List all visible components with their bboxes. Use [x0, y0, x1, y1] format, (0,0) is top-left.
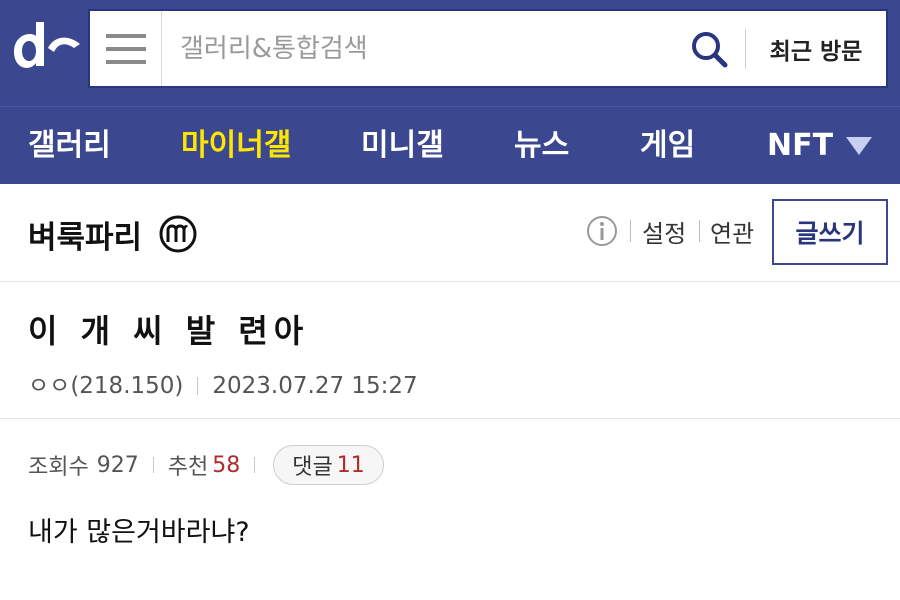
- main-nav: 갤러리 마이너갤 미니갤 뉴스 게임 NFT: [0, 106, 900, 184]
- write-post-button[interactable]: 글쓰기: [772, 199, 888, 265]
- stats-separator: [254, 457, 256, 473]
- gallery-header: 벼룩파리 설정 연관 글쓰기: [0, 184, 900, 282]
- stats-separator: [152, 457, 154, 473]
- post-body: 내가 많은거바라냐?: [28, 517, 250, 548]
- triangle-down-icon[interactable]: [844, 133, 874, 159]
- nav-item-game[interactable]: 게임: [640, 107, 695, 185]
- recent-visits-button[interactable]: 최근 방문: [746, 11, 886, 86]
- menu-button[interactable]: [90, 11, 162, 86]
- search-bar: 최근 방문: [88, 9, 888, 88]
- nav-item-minor-gallery[interactable]: 마이너갤: [181, 107, 291, 185]
- search-icon: [692, 31, 728, 67]
- top-header: 최근 방문: [0, 0, 900, 106]
- nav-item-news[interactable]: 뉴스: [514, 107, 569, 185]
- comments-label: 댓글: [292, 455, 333, 480]
- comments-button[interactable]: 댓글 11: [273, 445, 384, 485]
- hamburger-menu-icon: [105, 33, 146, 64]
- post-title: 이 개 씨 발 련아: [28, 312, 310, 350]
- divider: [0, 418, 900, 419]
- views-label: 조회수: [28, 455, 89, 480]
- info-icon[interactable]: [585, 214, 619, 248]
- recommend-count: 58: [212, 452, 241, 478]
- settings-link[interactable]: 설정: [642, 214, 686, 249]
- meta-separator: [197, 377, 199, 395]
- recommend-label: 추천: [167, 455, 209, 480]
- search-button[interactable]: [673, 11, 745, 86]
- views-count: 927: [96, 452, 139, 478]
- dc-logo-icon[interactable]: [8, 18, 84, 78]
- post-datetime: 2023.07.27 15:27: [212, 373, 418, 399]
- minor-gallery-m-icon: [159, 215, 197, 253]
- search-input[interactable]: [162, 11, 673, 86]
- comments-count: 11: [336, 452, 365, 478]
- gallery-title[interactable]: 벼룩파리: [28, 212, 142, 257]
- post-author[interactable]: ㅇㅇ(218.150): [28, 373, 183, 399]
- header-separator: [630, 220, 631, 242]
- nav-item-mini-gallery[interactable]: 미니갤: [361, 107, 444, 185]
- nav-item-nft[interactable]: NFT: [767, 107, 833, 185]
- related-link[interactable]: 연관: [710, 214, 754, 249]
- post-meta: ㅇㅇ(218.150) 2023.07.27 15:27: [28, 366, 418, 400]
- post-stats: 조회수 927 추천 58 댓글 11: [28, 445, 384, 485]
- nav-item-gallery[interactable]: 갤러리: [28, 107, 111, 185]
- header-separator: [699, 220, 700, 242]
